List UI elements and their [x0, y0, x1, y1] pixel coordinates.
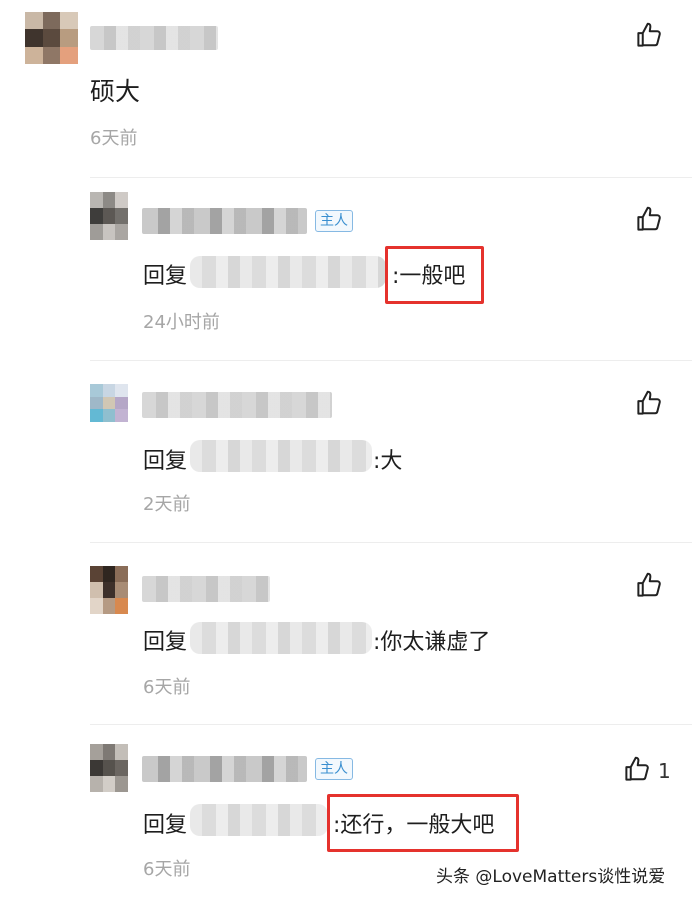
- mentioned-user-blurred[interactable]: [190, 804, 328, 836]
- avatar[interactable]: [90, 566, 128, 614]
- reply-text: :大: [373, 449, 403, 474]
- thumbs-up-icon[interactable]: [634, 204, 664, 234]
- avatar[interactable]: [25, 12, 78, 64]
- divider: [90, 724, 692, 725]
- mentioned-user-blurred[interactable]: [190, 256, 386, 288]
- comment-text: 硕大: [90, 77, 141, 106]
- comment-time: 6天前: [90, 128, 138, 149]
- reply-prefix: 回复: [143, 813, 188, 838]
- reply-text: :还行，一般大吧: [333, 813, 495, 838]
- divider: [90, 177, 692, 178]
- username-blurred[interactable]: [142, 756, 307, 782]
- watermark: 头条 @LoveMatters谈性说爱: [436, 867, 666, 887]
- like-count: 1: [658, 759, 671, 783]
- owner-badge: 主人: [315, 210, 353, 232]
- avatar[interactable]: [90, 744, 128, 792]
- thumbs-up-icon[interactable]: [634, 388, 664, 418]
- reply-prefix: 回复: [143, 630, 188, 655]
- reply-text: :你太谦虚了: [373, 630, 491, 655]
- owner-badge: 主人: [315, 758, 353, 780]
- thumbs-up-icon[interactable]: [622, 754, 652, 784]
- username-blurred[interactable]: [142, 208, 307, 234]
- reply-text: :一般吧: [392, 264, 466, 289]
- reply-time: 24小时前: [143, 312, 220, 333]
- avatar[interactable]: [90, 384, 128, 422]
- mentioned-user-blurred[interactable]: [190, 622, 372, 654]
- username-blurred[interactable]: [142, 576, 270, 602]
- reply-time: 2天前: [143, 494, 191, 515]
- mentioned-user-blurred[interactable]: [190, 440, 372, 472]
- reply-prefix: 回复: [143, 449, 188, 474]
- thumbs-up-icon[interactable]: [634, 570, 664, 600]
- reply-time: 6天前: [143, 859, 191, 880]
- thumbs-up-icon[interactable]: [634, 20, 664, 50]
- avatar[interactable]: [90, 192, 128, 240]
- username-blurred[interactable]: [142, 392, 332, 418]
- username-blurred[interactable]: [90, 26, 218, 50]
- reply-time: 6天前: [143, 677, 191, 698]
- reply-prefix: 回复: [143, 264, 188, 289]
- divider: [90, 542, 692, 543]
- divider: [90, 360, 692, 361]
